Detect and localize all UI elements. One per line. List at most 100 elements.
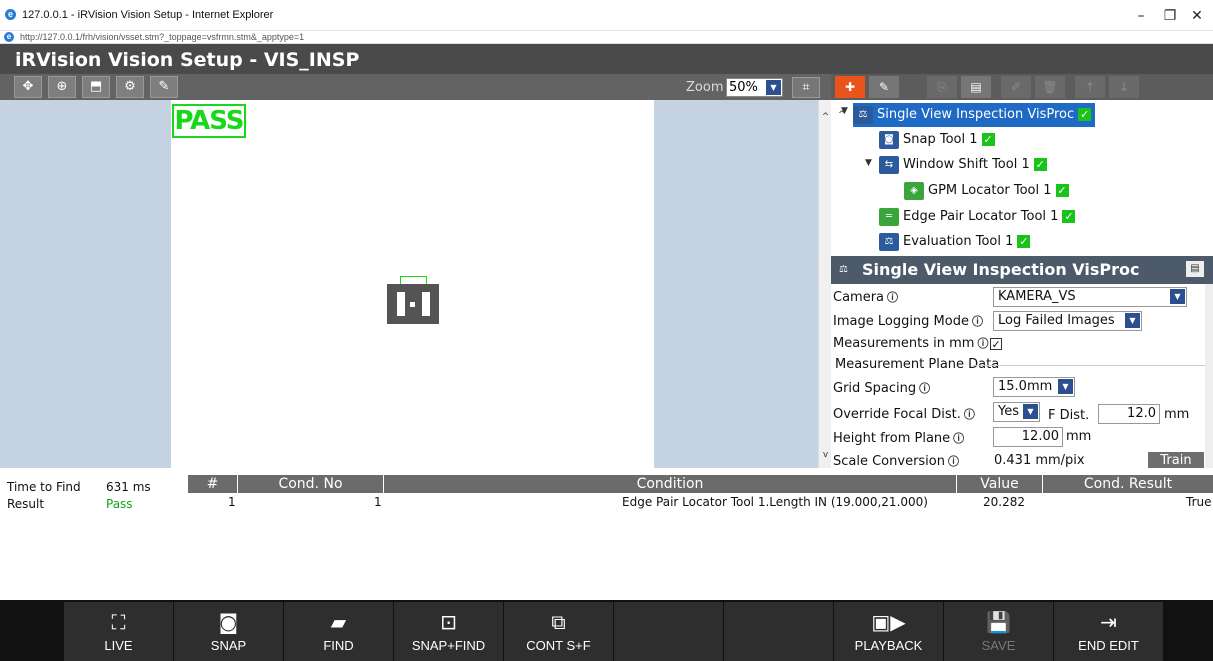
- grid-select[interactable]: 15.0mm ▼: [993, 377, 1075, 397]
- end-edit-button[interactable]: ⇥ END EDIT: [1054, 602, 1163, 661]
- info-icon[interactable]: ⓘ: [887, 289, 898, 305]
- col-header-cond-result[interactable]: Cond. Result: [1043, 475, 1213, 493]
- col-header-cond-no[interactable]: Cond. No: [238, 475, 383, 493]
- empty-button-1: [614, 602, 723, 661]
- info-icon[interactable]: ⓘ: [977, 335, 988, 351]
- color-picker-icon[interactable]: ✎: [150, 76, 178, 98]
- scroll-down-icon[interactable]: v: [820, 450, 831, 460]
- evaluation-icon: ⚖: [879, 232, 899, 251]
- cont-icon: ⧉: [551, 610, 566, 634]
- expand-icon[interactable]: ▼: [865, 158, 872, 168]
- info-icon[interactable]: ⓘ: [953, 430, 964, 446]
- url-text[interactable]: http://127.0.0.1/frh/vision/vsset.stm?_t…: [20, 32, 304, 42]
- move-icon[interactable]: ✥: [14, 76, 42, 98]
- zoom-in-icon[interactable]: ⊕: [48, 76, 76, 98]
- part-center: [410, 302, 415, 307]
- checkmark-icon: ✓: [1055, 184, 1069, 197]
- part-edge-left: [397, 292, 405, 316]
- height-unit: mm: [1066, 429, 1092, 444]
- copy-tool-icon[interactable]: ⎘: [927, 76, 957, 98]
- properties-scrollbar[interactable]: [1205, 284, 1213, 468]
- tree-item-label: Snap Tool 1: [903, 132, 978, 147]
- info-icon[interactable]: ⓘ: [964, 406, 975, 422]
- edge-pair-icon: ═: [879, 207, 899, 226]
- time-value: 631 ms: [106, 480, 151, 494]
- live-button[interactable]: ⛶ LIVE: [64, 602, 173, 661]
- checkmark-icon: ✓: [1033, 158, 1047, 171]
- empty-button-2: [724, 602, 833, 661]
- end-edit-icon: ⇥: [1100, 610, 1117, 634]
- tree-item-gpm[interactable]: ◈ GPM Locator Tool 1 ✓: [904, 179, 1069, 203]
- snap-button[interactable]: ◙ SNAP: [174, 602, 283, 661]
- move-down-icon[interactable]: ↓: [1109, 76, 1139, 98]
- zoom-select[interactable]: 50% ▼: [726, 78, 783, 97]
- result-label: Result: [7, 497, 45, 511]
- cont-button[interactable]: ⧉ CONT S+F: [504, 602, 613, 661]
- properties-panel: Camera ⓘ KAMERA_VS ▼ Image Logging Mode ⓘ …: [831, 284, 1213, 468]
- fdist-unit: mm: [1164, 407, 1190, 422]
- fdist-input[interactable]: 12.0: [1098, 404, 1160, 424]
- expand-icon[interactable]: ▼: [841, 106, 848, 116]
- move-up-icon[interactable]: ↑: [1075, 76, 1105, 98]
- ie-logo-icon: e: [5, 9, 16, 20]
- tree-item-snap[interactable]: ◙ Snap Tool 1 ✓: [879, 128, 995, 152]
- rename-tool-icon[interactable]: ✐: [1001, 76, 1031, 98]
- paste-tool-icon[interactable]: ▤: [961, 76, 991, 98]
- info-icon[interactable]: ⓘ: [948, 453, 959, 468]
- add-tool-icon[interactable]: ✚: [835, 76, 865, 98]
- pass-status-label: PASS: [172, 104, 246, 138]
- find-button[interactable]: ▰ FIND: [284, 602, 393, 661]
- info-icon[interactable]: ⓘ: [919, 380, 930, 396]
- image-toolbar: ✥ ⊕ ⬒ ⚙ ✎ Zoom 50% ▼ ⌗: [0, 74, 831, 100]
- grid-value: 15.0mm: [998, 379, 1053, 394]
- camera-settings-icon[interactable]: ⚙: [116, 76, 144, 98]
- col-header-condition[interactable]: Condition: [384, 475, 956, 493]
- inspection-icon: ⚖: [853, 105, 873, 124]
- properties-header: ⚖ Single View Inspection VisProc ▤: [831, 256, 1213, 284]
- snap-find-button[interactable]: ⊡ SNAP+FIND: [394, 602, 503, 661]
- edit-tool-icon[interactable]: ✎: [869, 76, 899, 98]
- checkmark-icon: ✓: [981, 133, 995, 146]
- focal-select[interactable]: Yes ▼: [993, 402, 1040, 422]
- delete-tool-icon[interactable]: 🗑: [1035, 76, 1065, 98]
- restore-icon[interactable]: ❐: [1157, 6, 1183, 26]
- tree-item-edge-pair[interactable]: ═ Edge Pair Locator Tool 1 ✓: [879, 205, 1076, 229]
- tree-item-visproc[interactable]: ⚖ Single View Inspection VisProc ✓: [853, 103, 1096, 127]
- image-scrollbar[interactable]: ^ v: [818, 100, 831, 468]
- playback-icon: ▣▶: [871, 610, 906, 634]
- col-header-num[interactable]: #: [188, 475, 237, 493]
- tree-item-label: GPM Locator Tool 1: [928, 183, 1052, 198]
- focal-value: Yes: [998, 404, 1019, 419]
- camera-select[interactable]: KAMERA_VS ▼: [993, 287, 1187, 307]
- camera-value: KAMERA_VS: [998, 289, 1076, 304]
- save-image-icon[interactable]: ⬒: [82, 76, 110, 98]
- window-shift-icon: ⇆: [879, 155, 899, 174]
- tree-item-label: Edge Pair Locator Tool 1: [903, 209, 1059, 224]
- minimize-icon[interactable]: –: [1128, 6, 1154, 26]
- zoom-value: 50%: [729, 80, 758, 95]
- find-icon: ▰: [330, 610, 347, 634]
- bottom-bar: ⛶ LIVE ◙ SNAP ▰ FIND ⊡ SNAP+FIND ⧉ CONT …: [0, 600, 1213, 661]
- logging-select[interactable]: Log Failed Images ▼: [993, 311, 1142, 331]
- close-icon[interactable]: ✕: [1184, 6, 1210, 26]
- tree-item-window-shift[interactable]: ⇆ Window Shift Tool 1 ✓: [879, 153, 1047, 177]
- train-button[interactable]: Train: [1148, 452, 1204, 468]
- info-icon[interactable]: ⓘ: [972, 313, 983, 329]
- address-bar[interactable]: e http://127.0.0.1/frh/vision/vsset.stm?…: [0, 30, 1213, 44]
- save-button[interactable]: 💾 SAVE: [944, 602, 1053, 661]
- grid-label: Grid Spacing ⓘ: [833, 380, 931, 396]
- height-input[interactable]: 12.00: [993, 427, 1063, 447]
- tree-item-evaluation[interactable]: ⚖ Evaluation Tool 1 ✓: [879, 230, 1031, 254]
- fit-to-window-icon[interactable]: ⌗: [792, 77, 820, 98]
- checkmark-icon: ✓: [1017, 235, 1031, 248]
- mm-checkbox[interactable]: ✓: [990, 337, 1003, 350]
- playback-button[interactable]: ▣▶ PLAYBACK: [834, 602, 943, 661]
- menu-icon[interactable]: ▤: [1186, 261, 1204, 277]
- fdist-label: F Dist.: [1048, 408, 1090, 423]
- checkmark-icon: ✓: [1078, 108, 1092, 121]
- scroll-up-icon[interactable]: ^: [820, 112, 831, 122]
- col-header-value[interactable]: Value: [957, 475, 1042, 493]
- tree-item-label: Single View Inspection VisProc: [877, 107, 1075, 122]
- row-result: True: [1186, 495, 1212, 509]
- chevron-down-icon: ▼: [1170, 289, 1185, 304]
